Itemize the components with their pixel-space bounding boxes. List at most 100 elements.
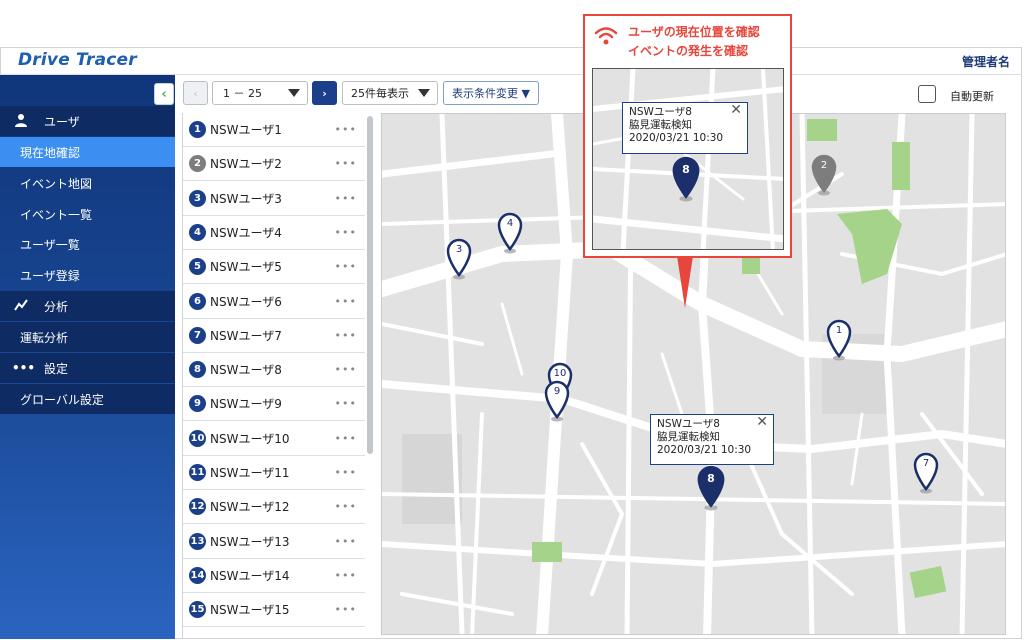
row-menu-icon[interactable]: ••• [335,432,357,445]
popup-user-name: NSWユーザ8 [629,106,692,118]
user-number-badge: 14 [189,566,206,584]
row-menu-icon[interactable]: ••• [335,603,357,616]
map-pin[interactable]: 4 [497,212,523,258]
popup-event-type: 脇見運転検知 [657,431,720,443]
sidebar-section-label: 設定 [44,361,69,376]
sidebar-item-global-settings[interactable]: グローバル設定 [0,384,175,414]
user-list-item[interactable]: 3 NSWユーザ3 ••• [183,181,365,216]
sidebar-section-settings[interactable]: ••• 設定 [0,353,175,383]
range-select[interactable]: 1 － 25 [212,81,308,105]
callout-line-1: ユーザの現在位置を確認 [628,25,760,39]
user-list-item[interactable]: 13 NSWユーザ13 ••• [183,524,365,559]
user-number-badge: 7 [189,326,206,344]
user-list-item[interactable]: 12 NSWユーザ12 ••• [183,490,365,525]
map-pin[interactable]: 8 [671,156,701,206]
user-number-badge: 9 [189,395,206,413]
user-list-item[interactable]: 15 NSWユーザ15 ••• [183,593,365,628]
map-pin[interactable]: 8 [696,465,726,515]
map-pin-label: 8 [707,472,715,485]
user-name: NSWユーザ13 [210,534,290,549]
row-menu-icon[interactable]: ••• [335,466,357,479]
row-menu-icon[interactable]: ••• [335,157,357,170]
admin-user-name[interactable]: 管理者名 [962,53,1010,70]
close-icon[interactable]: ✕ [730,103,742,117]
next-page-button[interactable]: › [312,81,337,105]
chevron-left-icon: ‹ [161,86,167,102]
user-number-badge: 1 [189,121,206,138]
user-list-item[interactable]: 2 NSWユーザ2 ••• [183,147,365,182]
user-name: NSWユーザ14 [210,568,290,583]
user-number-badge: 15 [189,601,206,619]
row-menu-icon[interactable]: ••• [335,329,357,342]
map-pin[interactable]: 7 [913,452,939,498]
caret-down-icon [288,89,300,97]
user-list-item[interactable]: 7 NSWユーザ7 ••• [183,318,365,353]
row-menu-icon[interactable]: ••• [335,363,357,376]
user-number-badge: 2 [189,155,206,173]
map-pin[interactable]: 9 [544,380,570,426]
user-list-item[interactable]: 8 NSWユーザ8 ••• [183,353,365,388]
callout-pointer [677,256,693,308]
user-name: NSWユーザ11 [210,466,290,480]
per-page-select[interactable]: 25件毎表示 [342,81,438,105]
map-pin-label: 4 [506,218,514,229]
user-list-item[interactable]: 14 NSWユーザ14 ••• [183,558,365,593]
sidebar-section-analysis[interactable]: 分析 [0,291,175,321]
user-list-item[interactable]: 10 NSWユーザ10 ••• [183,421,365,456]
sidebar-section-user[interactable]: ユーザ [0,106,175,136]
sidebar-item-label: ユーザ一覧 [20,237,80,252]
user-number-badge: 12 [189,498,206,516]
user-list-item[interactable]: 11 NSWユーザ11 ••• [183,456,365,490]
map-pin-label: 7 [922,458,930,469]
range-value: 1 － 25 [223,87,262,100]
user-number-badge: 10 [189,429,206,447]
user-list-item[interactable]: 5 NSWユーザ5 ••• [183,250,365,285]
popup-event-type: 脇見運転検知 [629,119,692,131]
popup-user-name: NSWユーザ8 [657,418,720,430]
app-header [0,47,1022,75]
user-name: NSWユーザ8 [210,363,282,378]
row-menu-icon[interactable]: ••• [335,123,357,136]
sidebar-item-label: 運転分析 [20,330,69,345]
change-display-condition-button[interactable]: 表示条件変更 ▼ [443,81,539,105]
row-menu-icon[interactable]: ••• [335,295,357,308]
wifi-icon [594,27,618,45]
user-list-scrollbar[interactable] [367,116,373,454]
callout-line-2: イベントの発生を確認 [628,44,749,58]
user-name: NSWユーザ4 [210,225,282,240]
map-pin-label: 1 [835,325,843,336]
auto-refresh-checkbox[interactable] [918,85,936,103]
row-menu-icon[interactable]: ••• [335,500,357,513]
popup-event-time: 2020/03/21 10:30 [657,444,752,456]
sidebar-item-current-location[interactable]: 現在地確認 [0,137,175,167]
sidebar-item-event-list[interactable]: イベント一覧 [0,199,175,229]
user-list-item[interactable]: 1 NSWユーザ1 ••• [183,113,365,147]
row-menu-icon[interactable]: ••• [335,535,357,548]
row-menu-icon[interactable]: ••• [335,192,357,205]
row-menu-icon[interactable]: ••• [335,226,357,239]
chevron-right-icon: › [322,86,327,100]
user-icon [12,113,30,130]
user-list-item[interactable]: 6 NSWユーザ6 ••• [183,284,365,319]
row-menu-icon[interactable]: ••• [335,569,357,582]
row-menu-icon[interactable]: ••• [335,260,357,273]
sidebar-item-user-list[interactable]: ユーザ一覧 [0,229,175,259]
map-pin[interactable]: 2 [811,154,837,200]
map-pin[interactable]: 3 [446,238,472,284]
sidebar-item-label: 現在地確認 [20,145,81,160]
row-menu-icon[interactable]: ••• [335,397,357,410]
caret-down-icon [418,89,430,97]
sidebar-collapse-button[interactable]: ‹ [154,83,174,105]
user-name: NSWユーザ6 [210,294,282,309]
map-pin[interactable]: 1 [826,319,852,365]
user-number-badge: 11 [189,464,206,481]
prev-page-button[interactable]: ‹ [183,81,208,105]
map-pin-label: 3 [455,244,463,255]
sidebar-item-event-map[interactable]: イベント地図 [0,168,175,198]
auto-refresh-label: 自動更新 [950,90,994,103]
user-list-item[interactable]: 9 NSWユーザ9 ••• [183,387,365,422]
user-list-item[interactable]: 4 NSWユーザ4 ••• [183,215,365,250]
sidebar-item-user-register[interactable]: ユーザ登録 [0,260,175,290]
sidebar-item-driving-analysis[interactable]: 運転分析 [0,322,175,352]
close-icon[interactable]: ✕ [756,415,768,429]
